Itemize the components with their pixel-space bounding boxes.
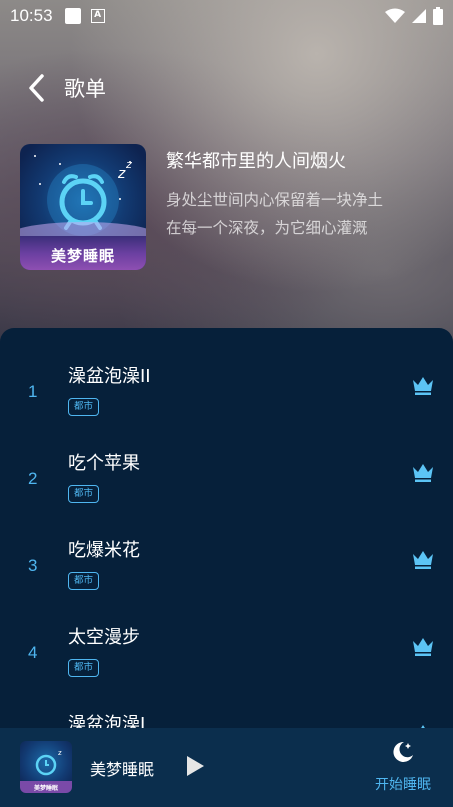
- crown-icon: [413, 377, 433, 395]
- song-row[interactable]: 2 吃个苹果 都市: [0, 429, 453, 516]
- status-bar: 10:53 A: [0, 0, 453, 32]
- crown-icon: [413, 638, 433, 656]
- signal-icon: [412, 9, 426, 23]
- back-button[interactable]: [14, 66, 58, 110]
- crown-icon: [413, 551, 433, 569]
- song-number: 3: [28, 556, 38, 575]
- song-name: 太空漫步: [68, 627, 140, 648]
- description-line-1: 身处尘世间内心保留着一块净土: [166, 191, 384, 209]
- song-number: 4: [28, 643, 38, 662]
- song-list: 1 澡盆泡澡II 都市 2 吃个苹果 都市 3 吃爆米花 都市 4 太空漫步 都…: [0, 328, 453, 728]
- svg-text:z: z: [58, 749, 62, 757]
- wifi-icon: [385, 8, 405, 23]
- header: 歌单: [0, 66, 453, 110]
- svg-text:z: z: [125, 158, 132, 171]
- description-line-2: 在每一个深夜，为它细心灌溉: [166, 219, 368, 237]
- moon-icon: [393, 741, 413, 762]
- song-name: 吃爆米花: [68, 540, 140, 561]
- notification-icon: [64, 8, 81, 24]
- start-sleep-button[interactable]: 开始睡眠: [366, 740, 440, 798]
- start-sleep-label: 开始睡眠: [375, 777, 431, 793]
- player-track-name: 美梦睡眠: [90, 760, 155, 779]
- song-tag: 都市: [68, 659, 100, 677]
- playlist-cover: z z 美梦睡眠: [20, 144, 146, 270]
- song-tag: 都市: [68, 485, 100, 503]
- song-name: 澡盆泡澡II: [68, 366, 151, 387]
- battery-icon: [433, 7, 443, 25]
- cover-text: 美梦睡眠: [50, 247, 115, 265]
- song-tag: 都市: [68, 398, 100, 416]
- song-row[interactable]: 5 澡盆泡澡I 都市: [0, 690, 453, 728]
- chevron-left-icon: [29, 74, 44, 102]
- keyboard-notification-icon: A: [90, 9, 105, 23]
- song-name: 澡盆泡澡I: [68, 714, 146, 728]
- crown-icon: [413, 464, 433, 482]
- page-title: 歌单: [64, 77, 106, 101]
- song-row[interactable]: 4 太空漫步 都市: [0, 603, 453, 690]
- song-row[interactable]: 1 澡盆泡澡II 都市: [0, 342, 453, 429]
- playlist-title: 繁华都市里的人间烟火: [166, 151, 346, 172]
- song-name: 吃个苹果: [68, 453, 140, 474]
- svg-text:z: z: [117, 166, 126, 182]
- play-button[interactable]: [184, 754, 206, 778]
- song-tag: 都市: [68, 572, 100, 590]
- song-number: 2: [28, 469, 38, 488]
- status-time: 10:53: [10, 6, 53, 25]
- song-row[interactable]: 3 吃爆米花 都市: [0, 516, 453, 603]
- mini-player: z 美梦睡眠 美梦睡眠 开始睡眠: [0, 728, 453, 807]
- playlist-description: 身处尘世间内心保留着一块净土 在每一个深夜，为它细心灌溉: [166, 186, 383, 242]
- song-number: 1: [28, 382, 38, 401]
- player-thumbnail[interactable]: z 美梦睡眠: [20, 741, 72, 793]
- alarm-clock-icon: z: [35, 749, 62, 776]
- thumb-text: 美梦睡眠: [33, 785, 58, 792]
